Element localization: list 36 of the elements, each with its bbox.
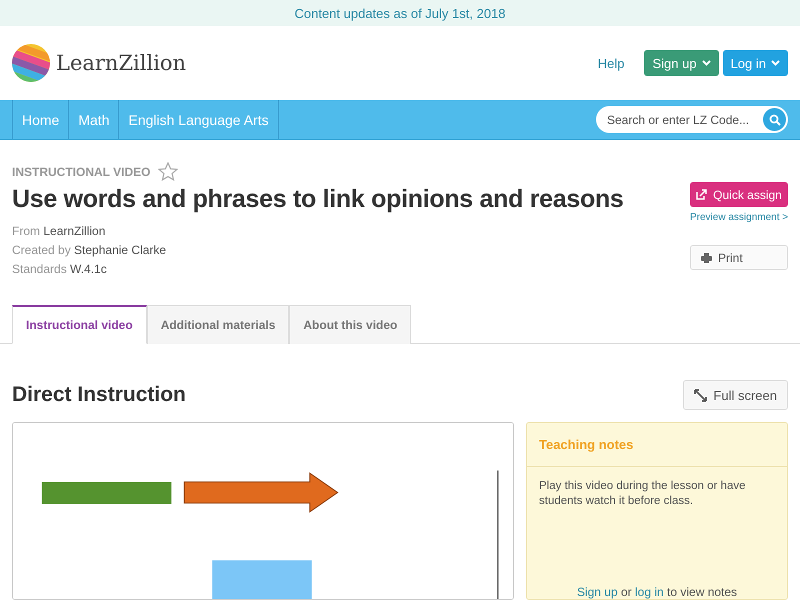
lesson-title: Use words and phrases to link opinions and reasons (12, 185, 624, 214)
logo-text[interactable]: LearnZillion (56, 51, 186, 75)
log-in-button[interactable]: Log in (722, 50, 788, 76)
quick-assign-button[interactable]: Quick assign (690, 182, 788, 207)
notes-link[interactable]: log in (634, 585, 664, 599)
search-button[interactable] (763, 108, 786, 131)
tab[interactable]: Additional materials (146, 305, 290, 344)
meta-line: Created by Stephanie Clarke (12, 242, 168, 259)
search-bar[interactable]: Search or enter LZ Code... (596, 106, 788, 133)
notes-link[interactable]: Sign up (576, 585, 618, 599)
preview-assignment-link[interactable]: Preview assignment > (690, 212, 788, 223)
nav-item[interactable]: English Language Arts (118, 100, 279, 139)
search-icon (768, 114, 780, 126)
content-type-label: INSTRUCTIONAL VIDEO (12, 164, 150, 178)
tab[interactable]: Instructional video (12, 305, 147, 344)
notes-title: Teaching notes (527, 423, 787, 467)
help-link[interactable]: Help (598, 56, 624, 70)
sign-up-button[interactable]: Sign up (644, 50, 719, 76)
tab[interactable]: About this video (289, 305, 412, 344)
notes-text: Play this video during the lesson or have students watch it before class. (538, 479, 746, 509)
full-screen-button[interactable]: Full screen (683, 380, 788, 410)
logo-icon (12, 44, 50, 82)
section-title: Direct Instruction (12, 383, 186, 407)
meta-line: From LearnZillion (12, 223, 106, 240)
chevron-down-icon (702, 60, 711, 66)
meta-line: Standards W.4.1c (12, 261, 108, 278)
print-button[interactable]: Print (690, 245, 788, 270)
nav-item[interactable]: Math (68, 100, 118, 139)
printer-icon (701, 252, 712, 262)
notes-login-prompt: Sign up or log in to view notes (576, 585, 738, 599)
expand-icon (694, 388, 708, 402)
nav-item[interactable]: Home (12, 100, 68, 139)
update-banner: Content updates as of July 1st, 2018 (0, 0, 800, 26)
share-icon (696, 189, 708, 200)
star-icon[interactable] (158, 162, 178, 181)
chevron-down-icon (771, 60, 780, 66)
